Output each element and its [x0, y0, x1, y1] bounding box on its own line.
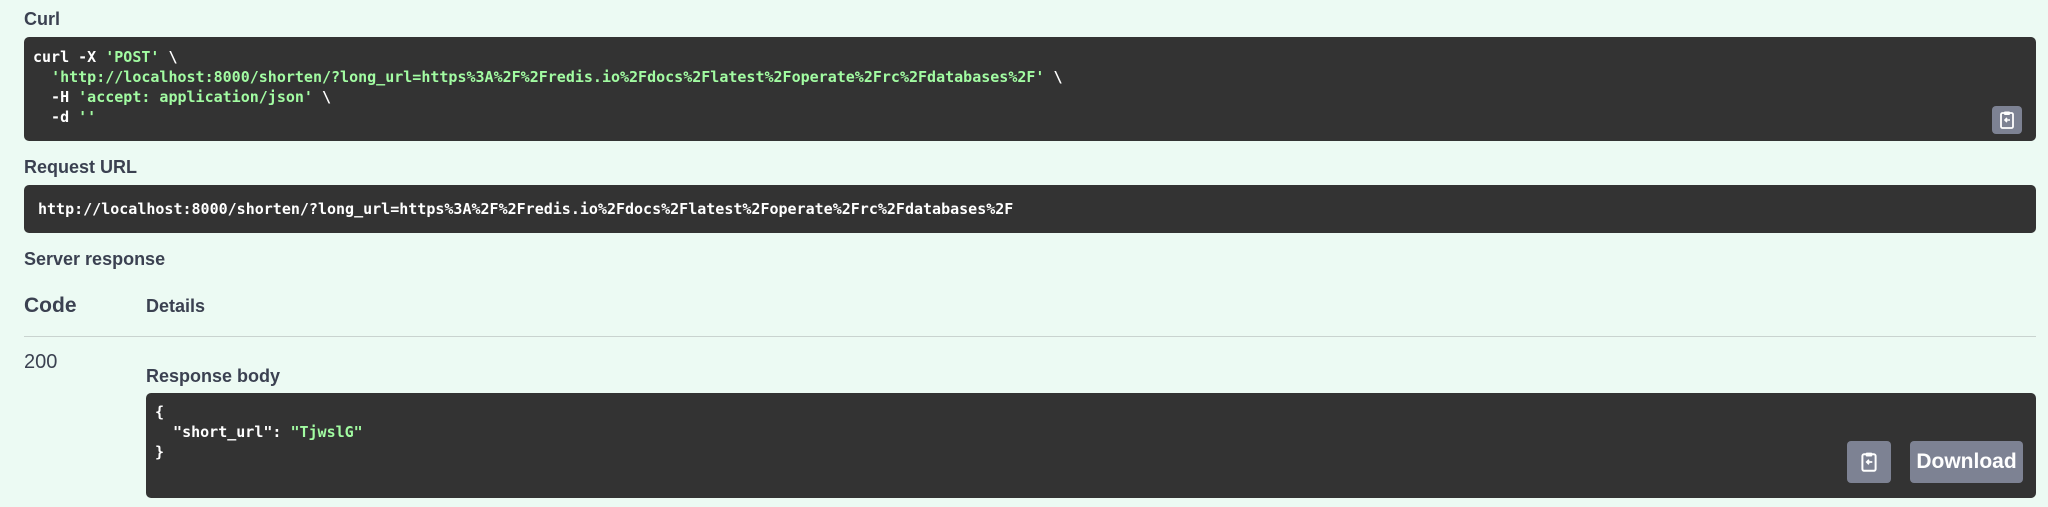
response-body-entry: "short_url": "TjwslG": [155, 423, 363, 441]
request-url-block: http://localhost:8000/shorten/?long_url=…: [24, 185, 2036, 233]
details-column-header: Details: [146, 296, 206, 316]
response-copy-button[interactable]: [1847, 441, 1891, 483]
curl-line-1: curl -X 'POST' \: [33, 48, 178, 66]
server-response-label: Server response: [24, 249, 166, 269]
request-url-value: http://localhost:8000/shorten/?long_url=…: [38, 200, 1014, 218]
curl-command-block: curl -X 'POST' \ 'http://localhost:8000/…: [24, 37, 2036, 141]
table-divider: [24, 336, 2036, 337]
curl-label: Curl: [24, 9, 60, 29]
curl-copy-button[interactable]: [1992, 106, 2022, 134]
response-status-code: 200: [24, 351, 58, 373]
clipboard-icon: [2000, 111, 2014, 129]
response-body-block: { "short_url": "TjwslG" }: [146, 393, 2036, 498]
request-url-label: Request URL: [24, 157, 138, 177]
response-body-label: Response body: [146, 366, 281, 386]
curl-line-4: -d '': [33, 108, 97, 126]
code-column-header: Code: [24, 294, 77, 317]
curl-line-3: -H 'accept: application/json' \: [33, 88, 332, 106]
response-body-close: }: [155, 443, 165, 461]
response-body-open: {: [155, 403, 165, 421]
download-button[interactable]: Download: [1910, 441, 2023, 483]
curl-line-2: 'http://localhost:8000/shorten/?long_url…: [51, 68, 1063, 86]
clipboard-icon: [1861, 452, 1877, 472]
